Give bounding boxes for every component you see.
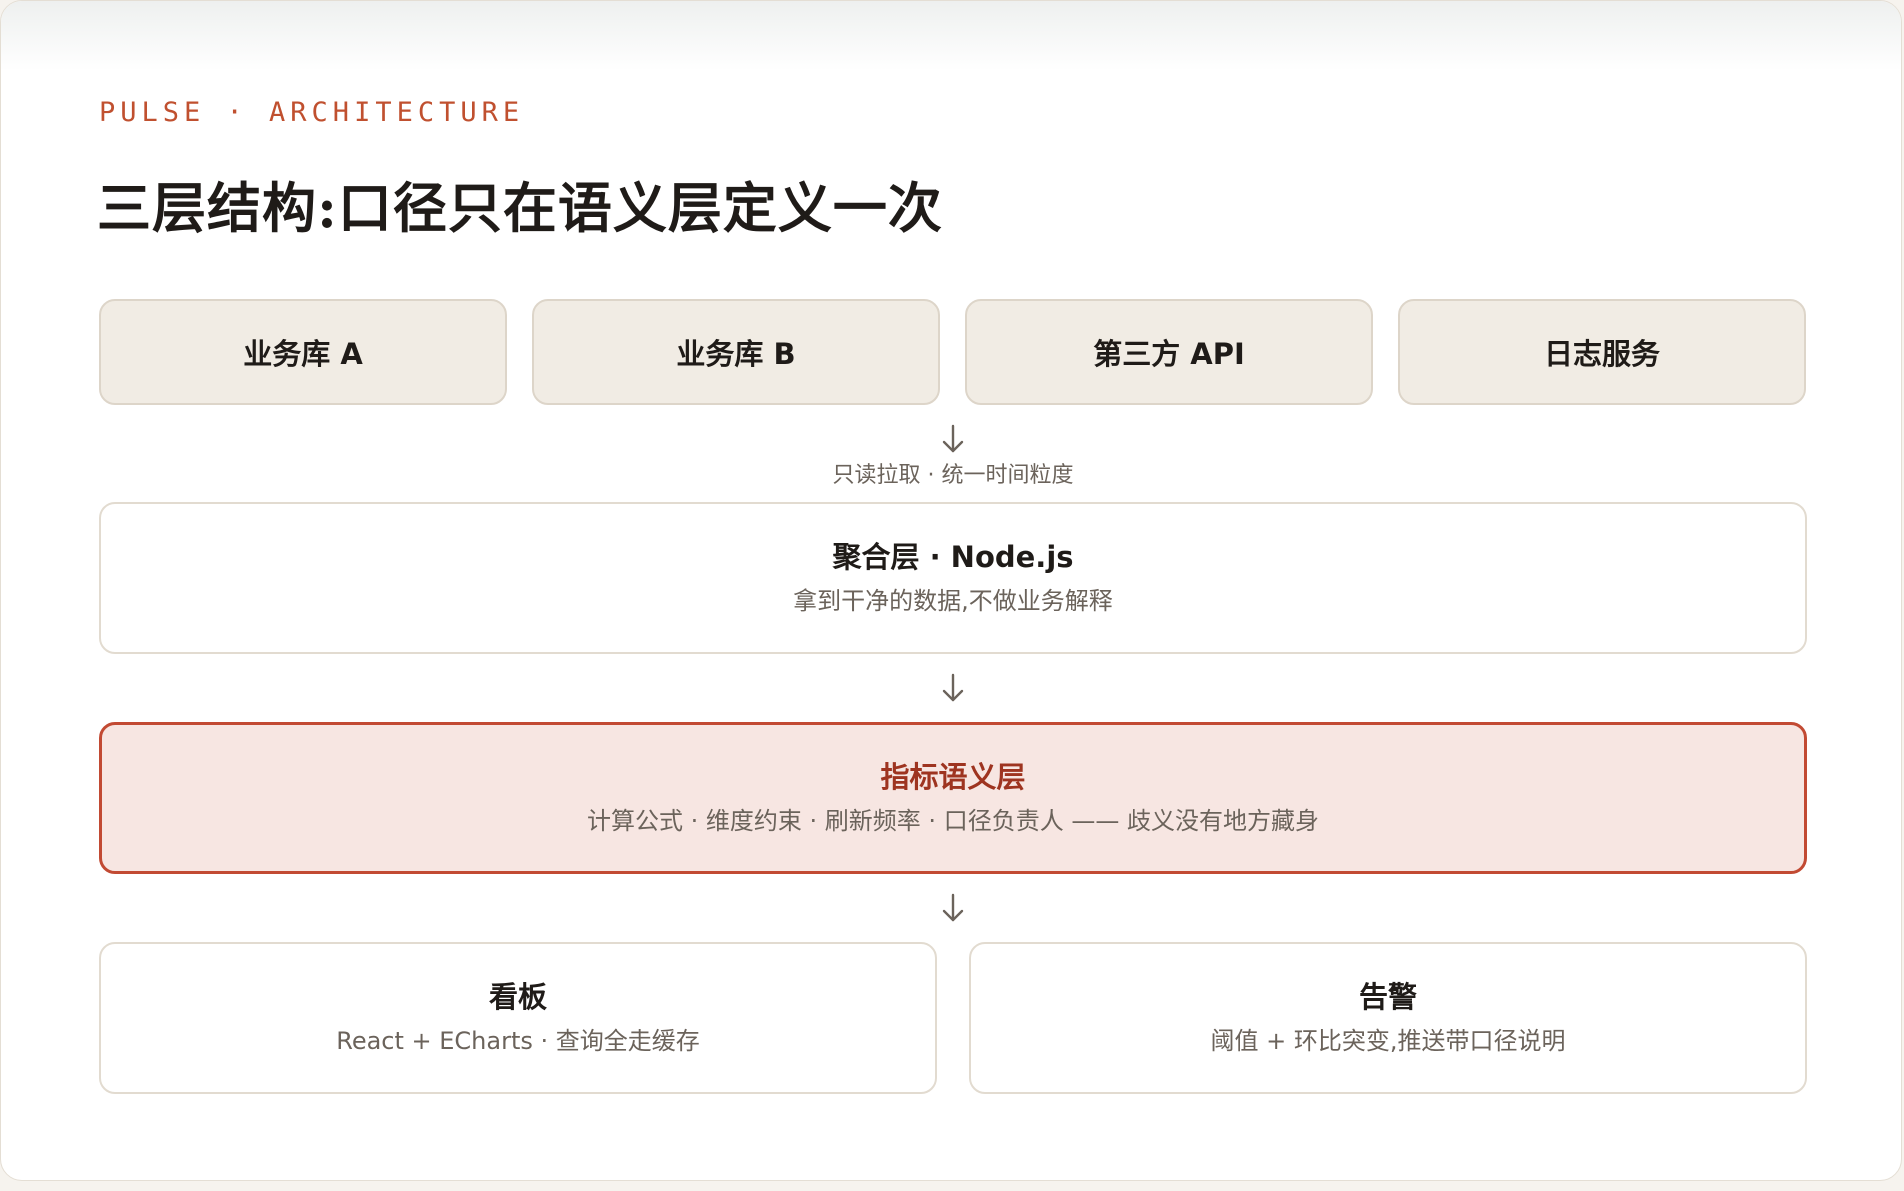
consumer-desc: 阈值 + 环比突变,推送带口径说明 — [1210, 1027, 1566, 1055]
consumer-box-alerting: 告警 阈值 + 环比突变,推送带口径说明 — [969, 942, 1807, 1094]
semantic-layer-box: 指标语义层 计算公式 · 维度约束 · 刷新频率 · 口径负责人 —— 歧义没有… — [99, 722, 1807, 874]
consumer-box-dashboard: 看板 React + ECharts · 查询全走缓存 — [99, 942, 937, 1094]
consumer-name: 看板 — [488, 980, 547, 1015]
arrow-down-icon — [942, 673, 964, 702]
source-box-db-b: 业务库 B — [532, 299, 940, 405]
source-label: 业务库 A — [243, 337, 363, 371]
arrow-down-icon — [942, 893, 964, 922]
page-title: 三层结构:口径只在语义层定义一次 — [97, 176, 943, 240]
source-label: 业务库 B — [676, 337, 796, 371]
source-label: 日志服务 — [1543, 337, 1660, 371]
connector-caption: 只读拉取 · 统一时间粒度 — [832, 463, 1074, 488]
source-label: 第三方 API — [1093, 337, 1245, 371]
aggregation-layer-box: 聚合层 · Node.js 拿到干净的数据,不做业务解释 — [99, 502, 1807, 654]
semantic-layer-desc: 计算公式 · 维度约束 · 刷新频率 · 口径负责人 —— 歧义没有地方藏身 — [587, 807, 1319, 835]
source-box-db-a: 业务库 A — [99, 299, 507, 405]
top-shade — [1, 1, 1901, 71]
eyebrow-label: PULSE · ARCHITECTURE — [99, 97, 525, 128]
source-box-third-party-api: 第三方 API — [965, 299, 1373, 405]
aggregation-layer-name: 聚合层 · Node.js — [832, 540, 1074, 575]
semantic-layer-name: 指标语义层 — [880, 760, 1026, 795]
arrow-down-icon — [942, 424, 964, 453]
consumer-desc: React + ECharts · 查询全走缓存 — [336, 1027, 700, 1055]
aggregation-layer-desc: 拿到干净的数据,不做业务解释 — [793, 587, 1113, 615]
architecture-card: PULSE · ARCHITECTURE 三层结构:口径只在语义层定义一次 业务… — [0, 0, 1902, 1181]
consumer-name: 告警 — [1358, 980, 1417, 1015]
source-box-log-service: 日志服务 — [1398, 299, 1806, 405]
